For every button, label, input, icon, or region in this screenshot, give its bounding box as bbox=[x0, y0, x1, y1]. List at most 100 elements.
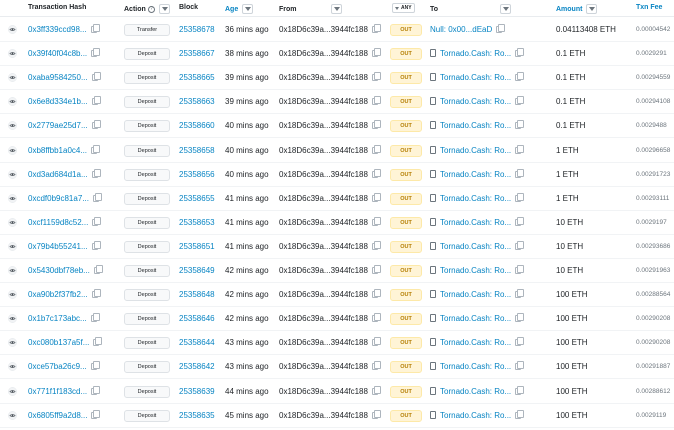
transaction-hash-link[interactable]: 0x771f1f183cd... bbox=[28, 387, 87, 396]
to-address-link[interactable]: Tornado.Cash: Ro... bbox=[440, 218, 511, 227]
to-address-link[interactable]: Tornado.Cash: Ro... bbox=[440, 49, 511, 58]
copy-icon[interactable] bbox=[515, 192, 525, 202]
transaction-hash-link[interactable]: 0x2779ae25d7... bbox=[28, 121, 88, 130]
from-address-text[interactable]: 0x18D6c39a...3944fc188 bbox=[279, 338, 368, 347]
to-address-link[interactable]: Tornado.Cash: Ro... bbox=[440, 290, 511, 299]
copy-icon[interactable] bbox=[91, 120, 101, 130]
to-address-link[interactable]: Tornado.Cash: Ro... bbox=[440, 97, 511, 106]
from-address-text[interactable]: 0x18D6c39a...3944fc188 bbox=[279, 411, 368, 420]
filter-icon[interactable] bbox=[586, 4, 598, 14]
to-address-link[interactable]: Tornado.Cash: Ro... bbox=[440, 411, 511, 420]
eye-icon[interactable] bbox=[8, 169, 17, 179]
from-address-text[interactable]: 0x18D6c39a...3944fc188 bbox=[279, 314, 368, 323]
eye-icon[interactable] bbox=[8, 242, 17, 251]
copy-icon[interactable] bbox=[91, 96, 101, 106]
copy-icon[interactable] bbox=[515, 385, 525, 395]
eye-icon[interactable] bbox=[8, 314, 17, 324]
header-age[interactable]: Age bbox=[225, 4, 254, 14]
copy-icon[interactable] bbox=[515, 289, 525, 299]
from-address-text[interactable]: 0x18D6c39a...3944fc188 bbox=[279, 49, 368, 58]
from-address-text[interactable]: 0x18D6c39a...3944fc188 bbox=[279, 218, 368, 227]
copy-icon[interactable] bbox=[371, 192, 381, 202]
from-address-text[interactable]: 0x18D6c39a...3944fc188 bbox=[279, 290, 368, 299]
copy-icon[interactable] bbox=[92, 216, 102, 226]
from-address-text[interactable]: 0x18D6c39a...3944fc188 bbox=[279, 121, 368, 130]
copy-icon[interactable] bbox=[91, 72, 101, 82]
copy-icon[interactable] bbox=[91, 409, 101, 419]
block-link[interactable]: 25358658 bbox=[179, 146, 215, 156]
copy-icon[interactable] bbox=[515, 361, 525, 371]
copy-icon[interactable] bbox=[515, 337, 525, 347]
to-address-link[interactable]: Null: 0x00...dEaD bbox=[430, 25, 492, 34]
copy-icon[interactable] bbox=[515, 120, 525, 130]
copy-icon[interactable] bbox=[371, 265, 381, 274]
to-address-link[interactable]: Tornado.Cash: Ro... bbox=[440, 194, 511, 203]
to-address-link[interactable]: Tornado.Cash: Ro... bbox=[440, 387, 511, 396]
to-address-link[interactable]: Tornado.Cash: Ro... bbox=[440, 121, 511, 130]
copy-icon[interactable] bbox=[93, 337, 103, 347]
copy-icon[interactable] bbox=[371, 409, 381, 419]
block-link[interactable]: 25358644 bbox=[179, 338, 215, 348]
copy-icon[interactable] bbox=[91, 144, 101, 154]
eye-icon[interactable] bbox=[8, 145, 17, 155]
to-address-link[interactable]: Tornado.Cash: Ro... bbox=[440, 314, 511, 323]
transaction-hash-link[interactable]: 0x5430dbf78eb... bbox=[28, 266, 90, 275]
transaction-hash-link[interactable]: 0x39f40f04c8b... bbox=[28, 49, 87, 58]
from-address-text[interactable]: 0x18D6c39a...3944fc188 bbox=[279, 25, 368, 34]
transaction-hash-link[interactable]: 0x3ff339ccd98... bbox=[28, 25, 87, 34]
transaction-hash-link[interactable]: 0xc080b137a5f... bbox=[28, 338, 89, 347]
filter-icon[interactable] bbox=[500, 4, 512, 14]
block-link[interactable]: 25358667 bbox=[179, 49, 215, 59]
filter-icon[interactable] bbox=[330, 4, 342, 14]
copy-icon[interactable] bbox=[91, 168, 101, 178]
eye-icon[interactable] bbox=[8, 266, 17, 275]
copy-icon[interactable] bbox=[515, 48, 525, 58]
copy-icon[interactable] bbox=[371, 120, 381, 130]
transaction-hash-link[interactable]: 0xcdf0b9c81a7... bbox=[28, 194, 89, 203]
filter-icon[interactable] bbox=[242, 4, 254, 14]
to-address-link[interactable]: Tornado.Cash: Ro... bbox=[440, 73, 511, 82]
eye-icon[interactable] bbox=[8, 97, 17, 107]
copy-icon[interactable] bbox=[93, 265, 103, 274]
from-address-text[interactable]: 0x18D6c39a...3944fc188 bbox=[279, 146, 368, 155]
copy-icon[interactable] bbox=[371, 361, 381, 371]
eye-icon[interactable] bbox=[8, 25, 17, 34]
block-link[interactable]: 25358642 bbox=[179, 362, 215, 372]
transaction-hash-link[interactable]: 0x6805ff9a2d8... bbox=[28, 411, 87, 420]
copy-icon[interactable] bbox=[515, 72, 525, 82]
block-link[interactable]: 25358660 bbox=[179, 121, 215, 131]
copy-icon[interactable] bbox=[371, 216, 381, 226]
transaction-hash-link[interactable]: 0x79b4b55241... bbox=[28, 242, 88, 251]
copy-icon[interactable] bbox=[371, 337, 381, 347]
copy-icon[interactable] bbox=[371, 24, 381, 33]
from-address-text[interactable]: 0x18D6c39a...3944fc188 bbox=[279, 194, 368, 203]
block-link[interactable]: 25358665 bbox=[179, 73, 215, 83]
copy-icon[interactable] bbox=[371, 240, 381, 250]
transaction-hash-link[interactable]: 0xb8ffbb1a0c4... bbox=[28, 146, 87, 155]
copy-icon[interactable] bbox=[515, 313, 525, 323]
copy-icon[interactable] bbox=[371, 72, 381, 82]
transaction-hash-link[interactable]: 0x6e8d334e1b... bbox=[28, 97, 88, 106]
copy-icon[interactable] bbox=[515, 409, 525, 419]
copy-icon[interactable] bbox=[371, 385, 381, 395]
eye-icon[interactable] bbox=[8, 121, 17, 131]
eye-icon[interactable] bbox=[8, 193, 17, 203]
copy-icon[interactable] bbox=[91, 289, 101, 299]
copy-icon[interactable] bbox=[515, 216, 525, 226]
question-icon[interactable]: ? bbox=[147, 5, 155, 13]
eye-icon[interactable] bbox=[8, 338, 17, 348]
copy-icon[interactable] bbox=[371, 289, 381, 299]
copy-icon[interactable] bbox=[91, 48, 101, 58]
transaction-hash-link[interactable]: 0x1b7c173abc... bbox=[28, 314, 87, 323]
copy-icon[interactable] bbox=[91, 385, 101, 395]
block-link[interactable]: 25358656 bbox=[179, 170, 215, 180]
copy-icon[interactable] bbox=[515, 240, 525, 250]
copy-icon[interactable] bbox=[371, 313, 381, 323]
to-address-link[interactable]: Tornado.Cash: Ro... bbox=[440, 242, 511, 251]
transaction-hash-link[interactable]: 0xce57ba26c9... bbox=[28, 362, 87, 371]
copy-icon[interactable] bbox=[371, 48, 381, 58]
transaction-hash-link[interactable]: 0xcf1159d8c52... bbox=[28, 218, 88, 227]
copy-icon[interactable] bbox=[371, 144, 381, 154]
filter-icon[interactable] bbox=[158, 4, 170, 14]
transaction-hash-link[interactable]: 0xa90b2f37fb2... bbox=[28, 290, 88, 299]
